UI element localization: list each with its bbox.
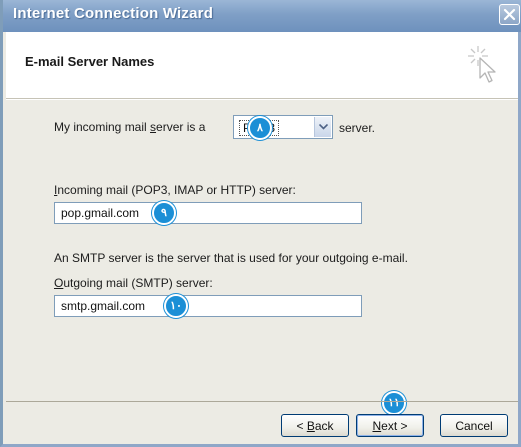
window-title: Internet Connection Wizard: [13, 5, 214, 22]
next-button[interactable]: Next >: [356, 414, 424, 437]
close-button[interactable]: [499, 4, 520, 25]
outgoing-server-label: Outgoing mail (SMTP) server:: [54, 276, 213, 290]
smtp-description: An SMTP server is the server that is use…: [54, 251, 408, 265]
step-marker-11: ١١: [382, 391, 406, 415]
close-icon: [503, 8, 516, 21]
title-bar[interactable]: Internet Connection Wizard: [3, 0, 521, 32]
incoming-server-input[interactable]: [54, 202, 362, 224]
dropdown-button[interactable]: [314, 117, 331, 137]
wizard-cursor-icon: [468, 46, 496, 83]
wizard-window: Internet Connection Wizard E-mail Server…: [0, 0, 521, 447]
outgoing-server-input[interactable]: [54, 295, 362, 317]
cancel-button[interactable]: Cancel: [440, 414, 508, 437]
page-title: E-mail Server Names: [25, 54, 155, 69]
footer-separator: [6, 401, 518, 402]
step-marker-9: ٩: [152, 201, 176, 225]
header-separator: [6, 99, 518, 100]
back-button[interactable]: < Back: [281, 414, 349, 437]
step-marker-8: ٨: [248, 116, 272, 140]
wizard-header: E-mail Server Names: [6, 32, 518, 99]
step-marker-10: ١٠: [164, 294, 188, 318]
server-suffix-label: server.: [339, 121, 376, 135]
incoming-server-label: Incoming mail (POP3, IMAP or HTTP) serve…: [54, 183, 296, 197]
chevron-down-icon: [319, 124, 328, 130]
incoming-type-label: My incoming mail server is a: [54, 120, 206, 134]
